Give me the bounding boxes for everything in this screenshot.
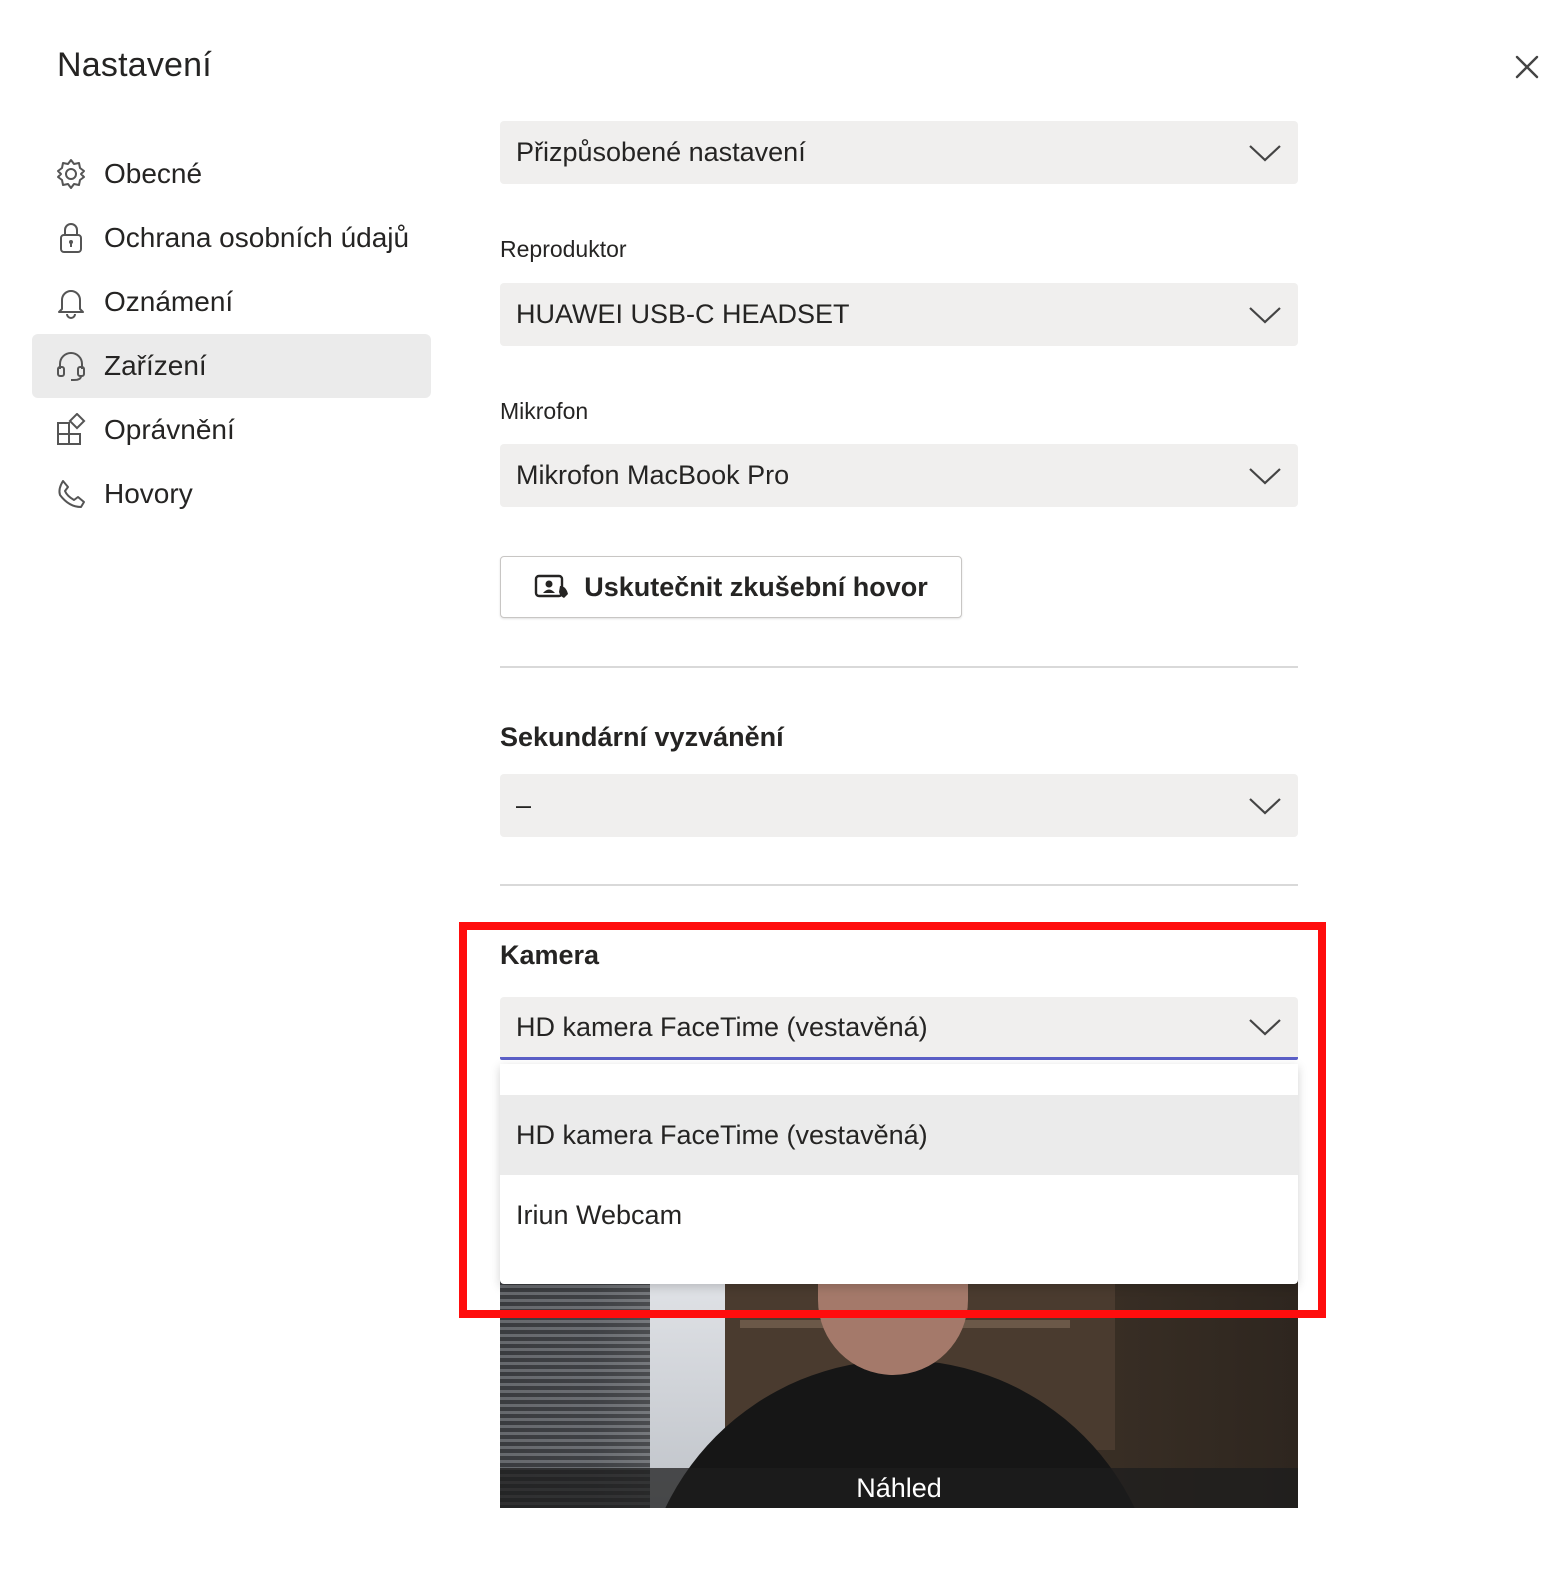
sidebar-item-label: Hovory	[104, 478, 193, 509]
speaker-value: HUAWEI USB-C HEADSET	[516, 299, 850, 329]
chevron-down-icon	[1249, 467, 1281, 485]
camera-option-label: Iriun Webcam	[516, 1199, 683, 1230]
divider	[500, 884, 1298, 886]
speaker-label: Reproduktor	[500, 236, 627, 262]
camera-dropdown-list: HD kamera FaceTime (vestavěná) Iriun Web…	[500, 1064, 1298, 1284]
lock-icon	[54, 221, 88, 255]
sidebar-item-label: Ochrana osobních údajů	[104, 222, 410, 253]
sidebar-item-label: Zařízení	[104, 350, 207, 381]
camera-value: HD kamera FaceTime (vestavěná)	[516, 1011, 928, 1042]
camera-select[interactable]: HD kamera FaceTime (vestavěná)	[500, 997, 1298, 1060]
preview-caption: Náhled	[500, 1468, 1298, 1508]
sidebar-item-label: Obecné	[104, 158, 203, 189]
camera-title: Kamera	[500, 940, 600, 970]
microphone-select[interactable]: Mikrofon MacBook Pro	[500, 444, 1298, 507]
headset-icon	[54, 349, 88, 383]
test-call-label: Uskutečnit zkušební hovor	[584, 571, 928, 602]
settings-title: Nastavení	[57, 46, 212, 84]
speaker-select[interactable]: HUAWEI USB-C HEADSET	[500, 283, 1298, 346]
chevron-down-icon	[1249, 306, 1281, 324]
camera-option[interactable]: HD kamera FaceTime (vestavěná)	[500, 1095, 1298, 1175]
camera-option-label: HD kamera FaceTime (vestavěná)	[516, 1119, 928, 1150]
secondary-ringer-title: Sekundární vyzvánění	[500, 722, 784, 752]
secondary-ringer-value: –	[516, 790, 532, 820]
secondary-ringer-select[interactable]: –	[500, 774, 1298, 837]
sidebar-item-privacy[interactable]: Ochrana osobních údajů	[32, 206, 431, 270]
close-icon[interactable]	[1510, 50, 1544, 84]
gear-icon	[54, 157, 88, 191]
chevron-down-icon	[1249, 797, 1281, 815]
microphone-label: Mikrofon	[500, 398, 589, 424]
sidebar-item-notifications[interactable]: Oznámení	[32, 270, 431, 334]
sidebar-item-general[interactable]: Obecné	[32, 142, 431, 206]
apps-icon	[54, 413, 88, 447]
sidebar-item-label: Oznámení	[104, 286, 234, 317]
camera-option[interactable]: Iriun Webcam	[500, 1175, 1298, 1255]
sidebar-item-devices[interactable]: Zařízení	[32, 334, 431, 398]
camera-preview: Náhled	[500, 1250, 1298, 1508]
sidebar-item-permissions[interactable]: Oprávnění	[32, 398, 431, 462]
chevron-down-icon	[1249, 144, 1281, 162]
audio-device-preset-select[interactable]: Přizpůsobené nastavení	[500, 121, 1298, 184]
test-call-icon	[535, 574, 569, 598]
microphone-value: Mikrofon MacBook Pro	[516, 460, 790, 490]
bell-icon	[54, 285, 88, 319]
sidebar-item-calls[interactable]: Hovory	[32, 462, 431, 526]
audio-preset-value: Přizpůsobené nastavení	[516, 137, 806, 167]
phone-icon	[54, 477, 88, 511]
divider	[500, 666, 1298, 668]
sidebar-item-label: Oprávnění	[104, 414, 235, 445]
test-call-button[interactable]: Uskutečnit zkušební hovor	[500, 556, 962, 618]
chevron-down-icon	[1249, 1019, 1281, 1036]
